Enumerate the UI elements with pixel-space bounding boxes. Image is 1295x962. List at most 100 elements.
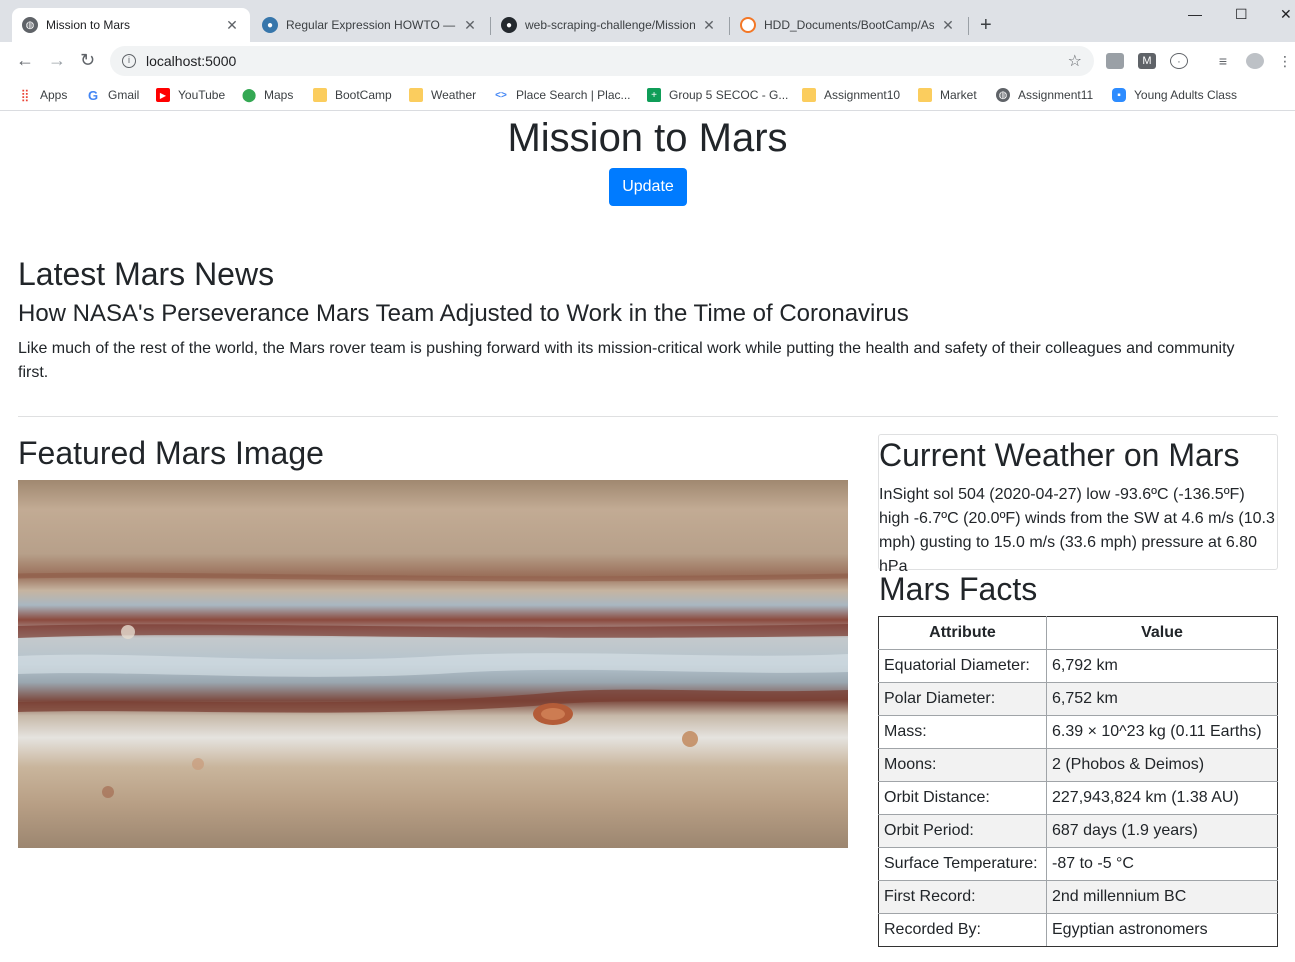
window-close-icon[interactable]: ✕ (1280, 6, 1292, 23)
address-bar[interactable]: i localhost:5000 ☆ (110, 46, 1094, 76)
close-icon[interactable]: ✕ (940, 17, 956, 34)
globe-icon: ◍ (996, 88, 1010, 102)
extension-icon[interactable]: · (1170, 53, 1188, 69)
bookmark-star-icon[interactable]: ☆ (1068, 51, 1082, 71)
forward-icon[interactable]: → (48, 50, 66, 71)
news-paragraph: Like much of the rest of the world, the … (18, 340, 1235, 381)
new-tab-button[interactable]: + (980, 14, 992, 37)
table-row: Equatorial Diameter: 6,792 km (878, 649, 1278, 683)
bookmark-bootcamp[interactable]: BootCamp (313, 85, 392, 105)
weather-text: InSight sol 504 (2020-04-27) low -93.6ºC… (879, 486, 1275, 575)
apps-grid-icon: ⣿ (20, 88, 30, 102)
code-icon: <> (495, 89, 507, 101)
reload-icon[interactable]: ↻ (80, 50, 95, 71)
tab-regex-howto[interactable]: ● Regular Expression HOWTO — Py ✕ (252, 8, 488, 42)
tab-title: Regular Expression HOWTO — Py (286, 18, 456, 32)
close-icon[interactable]: ✕ (701, 17, 717, 34)
drive-icon[interactable] (1106, 53, 1124, 69)
tab-hdd-documents[interactable]: HDD_Documents/BootCamp/Ass ✕ (730, 8, 966, 42)
weather-card: Current Weather on Mars InSight sol 504 … (878, 434, 1278, 575)
table-cell: Orbit Distance: (878, 781, 1047, 815)
table-cell: 6,792 km (1046, 649, 1278, 683)
table-cell: -87 to -5 °C (1046, 847, 1278, 881)
column-header: Attribute (878, 616, 1047, 650)
back-icon[interactable]: ← (16, 50, 34, 71)
featured-image-heading: Featured Mars Image (18, 435, 324, 471)
bookmark-market[interactable]: Market (918, 85, 977, 105)
folder-icon (313, 88, 327, 102)
table-cell: 6,752 km (1046, 682, 1278, 716)
maps-pin-icon: ⬤ (241, 87, 257, 102)
section-divider (18, 416, 1278, 417)
jupyter-icon (740, 17, 756, 33)
table-cell: 227,943,824 km (1.38 AU) (1046, 781, 1278, 815)
update-button[interactable]: Update (609, 168, 687, 206)
python-icon: ● (262, 17, 278, 33)
youtube-icon: ▶ (156, 88, 170, 102)
bookmark-label: Maps (264, 88, 294, 102)
page-content: Mission to Mars Update Latest Mars News … (0, 112, 1295, 962)
table-row: Orbit Distance: 227,943,824 km (1.38 AU) (878, 781, 1278, 815)
media-queue-icon[interactable]: ≡ (1214, 53, 1232, 69)
extension-m-icon[interactable]: M (1138, 53, 1156, 69)
bookmark-label: Assignment10 (824, 88, 901, 102)
bookmark-group5[interactable]: + Group 5 SECOC - G... (647, 85, 788, 105)
table-row: Polar Diameter: 6,752 km (878, 682, 1278, 716)
tab-github[interactable]: ● web-scraping-challenge/Mission ✕ (491, 8, 727, 42)
folder-icon (409, 88, 423, 102)
table-cell: Orbit Period: (878, 814, 1047, 848)
tab-title: web-scraping-challenge/Mission (525, 18, 695, 32)
table-cell: Moons: (878, 748, 1047, 782)
table-row: Orbit Period: 687 days (1.9 years) (878, 814, 1278, 848)
table-cell: 687 days (1.9 years) (1046, 814, 1278, 848)
bookmark-label: Group 5 SECOC - G... (669, 88, 789, 102)
zoom-icon: ▪ (1112, 88, 1126, 102)
bookmark-maps[interactable]: ⬤ Maps (241, 85, 294, 105)
info-icon[interactable]: i (122, 54, 136, 68)
folder-icon (918, 88, 932, 102)
table-cell: Surface Temperature: (878, 847, 1047, 881)
profile-avatar-icon[interactable] (1246, 53, 1264, 69)
tab-title: Mission to Mars (46, 18, 131, 32)
bookmarks-bar: ⣿ Apps G Gmail ▶ YouTube ⬤ Maps BootCamp… (0, 80, 1295, 111)
bookmark-apps[interactable]: ⣿ Apps (18, 85, 68, 105)
close-icon[interactable]: ✕ (224, 17, 240, 34)
table-row: Surface Temperature: -87 to -5 °C (878, 847, 1278, 881)
bookmark-label: Assignment11 (1018, 88, 1094, 102)
close-icon[interactable]: ✕ (462, 17, 478, 34)
browser-toolbar: ← → ↻ i localhost:5000 ☆ M · ≡ ⋮ (0, 42, 1295, 80)
bookmark-label: Young Adults Class (1134, 88, 1237, 102)
news-heading: Latest Mars News (18, 256, 275, 292)
github-icon: ● (501, 17, 517, 33)
bookmark-label: Weather (431, 88, 477, 102)
bookmark-gmail[interactable]: G Gmail (86, 85, 139, 105)
table-cell: Egyptian astronomers (1046, 913, 1278, 947)
table-cell: 2 (Phobos & Deimos) (1046, 748, 1278, 782)
bookmark-assignment11[interactable]: ◍ Assignment11 (996, 85, 1093, 105)
facts-table: Attribute Value Equatorial Diameter: 6,79… (878, 616, 1278, 947)
bookmark-label: Apps (40, 88, 68, 102)
bookmark-youtube[interactable]: ▶ YouTube (156, 85, 225, 105)
address-url[interactable]: localhost:5000 (146, 53, 236, 69)
minimize-icon[interactable]: — (1188, 6, 1202, 22)
globe-icon: ◍ (22, 17, 38, 33)
news-title: How NASA's Perseverance Mars Team Adjust… (18, 300, 909, 327)
bookmark-label: Market (940, 88, 977, 102)
sheets-icon: + (647, 88, 661, 102)
table-cell: Polar Diameter: (878, 682, 1047, 716)
bookmark-label: YouTube (178, 88, 226, 102)
menu-kebab-icon[interactable]: ⋮ (1276, 53, 1294, 69)
table-cell: Recorded By: (878, 913, 1047, 947)
weather-heading: Current Weather on Mars (879, 437, 1240, 473)
table-cell: Equatorial Diameter: (878, 649, 1047, 683)
table-row: Recorded By: Egyptian astronomers (878, 913, 1278, 947)
bookmark-young-adults[interactable]: ▪ Young Adults Class (1112, 85, 1237, 105)
bookmark-assignment10[interactable]: Assignment10 (802, 85, 900, 105)
maximize-icon[interactable]: ☐ (1235, 6, 1248, 23)
tab-divider (968, 17, 969, 35)
table-row: First Record: 2nd millennium BC (878, 880, 1278, 914)
table-cell: First Record: (878, 880, 1047, 914)
bookmark-place-search[interactable]: <> Place Search | Plac... (494, 85, 630, 105)
bookmark-weather[interactable]: Weather (409, 85, 476, 105)
tab-mission-to-mars[interactable]: ◍ Mission to Mars ✕ (12, 8, 250, 42)
